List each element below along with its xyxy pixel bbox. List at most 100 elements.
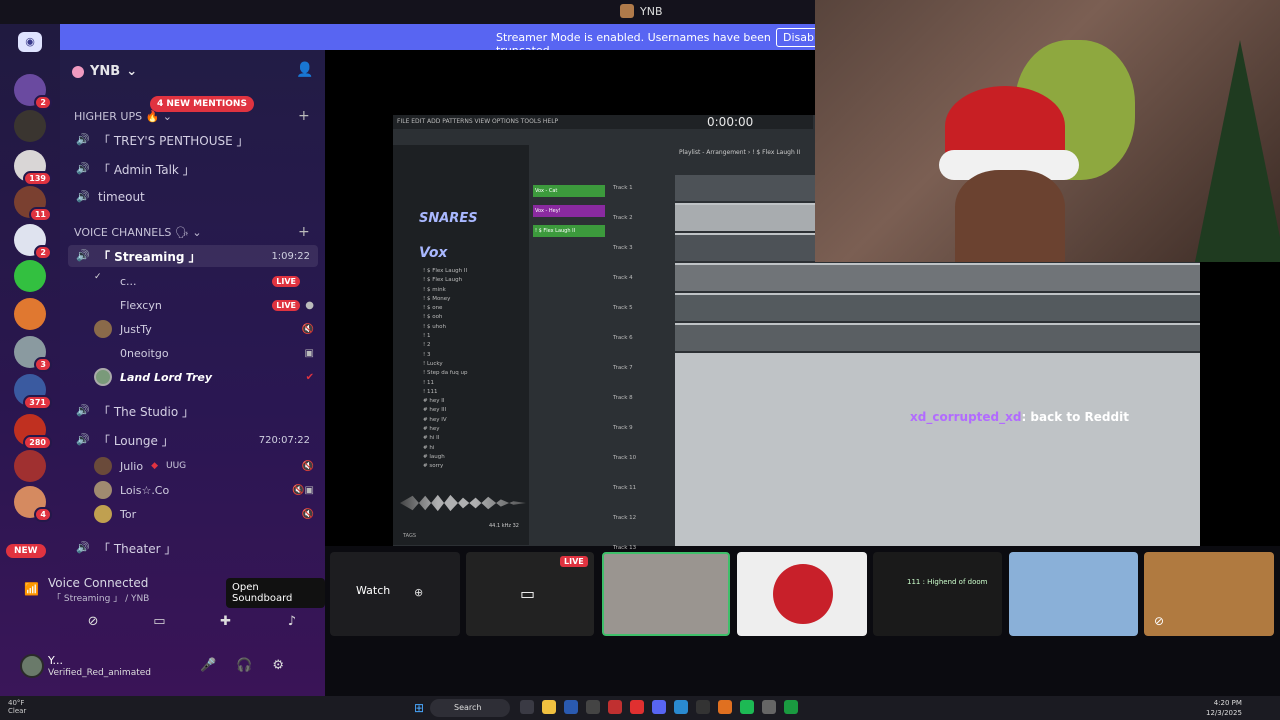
voice-user[interactable]: Lois☆.Co 🔇▣ bbox=[94, 479, 318, 501]
server-header[interactable]: YNB ⌄ bbox=[72, 64, 137, 79]
server-icon-10[interactable]: 280 bbox=[14, 414, 52, 450]
browser-file[interactable]: ! 11 bbox=[423, 379, 467, 388]
category-voice-channels[interactable]: VOICE CHANNELS 🗣 ⌄ bbox=[74, 226, 202, 239]
browser-file[interactable]: ! $ ooh bbox=[423, 313, 467, 322]
channel-trey-penthouse[interactable]: 🔊 「 TREY'S PENTHOUSE 」 bbox=[68, 129, 318, 151]
watch-stream-tile[interactable]: Watch ⊕ bbox=[330, 552, 460, 636]
gear-icon[interactable]: ⚙ bbox=[272, 658, 284, 673]
server-icon-1[interactable]: 2 bbox=[14, 74, 52, 110]
username[interactable]: Y... bbox=[48, 654, 63, 667]
microphone-icon[interactable]: 🎤 bbox=[200, 658, 216, 673]
soundboard-icon[interactable]: ♪ bbox=[284, 614, 300, 630]
server-icon-11[interactable] bbox=[14, 450, 46, 482]
new-servers-badge[interactable]: NEW bbox=[6, 544, 46, 558]
server-icon-8[interactable]: 3 bbox=[14, 336, 52, 372]
channel-the-studio[interactable]: 🔊 「 The Studio 」 bbox=[68, 400, 318, 422]
taskview-icon[interactable] bbox=[520, 700, 534, 714]
app-icon[interactable] bbox=[762, 700, 776, 714]
channel-lounge[interactable]: 🔊 「 Lounge 」 720:07:22 bbox=[68, 429, 318, 451]
browser-file[interactable]: ! $ Money bbox=[423, 295, 467, 304]
browser-file[interactable]: ! $ mink bbox=[423, 286, 467, 295]
browser-file[interactable]: ! $ Flex Laugh bbox=[423, 276, 467, 285]
app-icon[interactable] bbox=[586, 700, 600, 714]
stream-tile[interactable]: LIVE ▭ bbox=[466, 552, 594, 636]
server-icon-4[interactable]: 11 bbox=[14, 186, 52, 222]
discord-home-icon[interactable]: ◉ bbox=[18, 32, 42, 52]
avatar[interactable] bbox=[20, 654, 44, 678]
participant-tile[interactable] bbox=[1009, 552, 1138, 636]
browser-file[interactable]: ! Step da fuq up bbox=[423, 369, 467, 378]
browser-file[interactable]: ! 2 bbox=[423, 341, 467, 350]
server-icon-6[interactable] bbox=[14, 260, 46, 292]
participant-tile[interactable] bbox=[737, 552, 867, 636]
browser-file[interactable]: # laugh bbox=[423, 453, 467, 462]
browser-file[interactable]: ! $ one bbox=[423, 304, 467, 313]
taskbar-clock[interactable]: 4:20 PM 12/3/2025 bbox=[1206, 698, 1242, 718]
edge-icon[interactable] bbox=[674, 700, 688, 714]
browser-file[interactable]: ! $ Flex Laugh II bbox=[423, 267, 467, 276]
taskbar-search[interactable]: Search bbox=[430, 699, 510, 717]
browser-file[interactable]: # hey III bbox=[423, 406, 467, 415]
add-channel-icon[interactable]: + bbox=[298, 224, 310, 240]
server-icon-2[interactable] bbox=[14, 110, 46, 142]
app-icon[interactable] bbox=[608, 700, 622, 714]
channel-timeout[interactable]: 🔊 timeout bbox=[68, 186, 318, 208]
popout-icon[interactable]: ⊕ bbox=[414, 586, 423, 599]
screenshare-icon[interactable]: ▭ bbox=[151, 614, 167, 630]
participant-tile-selected[interactable] bbox=[602, 552, 730, 636]
explorer-icon[interactable] bbox=[542, 700, 556, 714]
voice-user[interactable]: Julio ◆ UUG 🔇 bbox=[94, 455, 318, 477]
weather-widget[interactable]: 40°F Clear bbox=[8, 699, 26, 715]
browser-file[interactable]: # sorry bbox=[423, 462, 467, 471]
add-channel-icon[interactable]: + bbox=[298, 108, 310, 124]
server-icon-3[interactable]: 139 bbox=[14, 150, 52, 186]
browser-file[interactable]: # hi II bbox=[423, 434, 467, 443]
activities-icon[interactable]: ✚ bbox=[218, 614, 234, 630]
track-label: Track 10 bbox=[613, 455, 637, 461]
browser-file[interactable]: ! $ uhoh bbox=[423, 323, 467, 332]
firefox-icon[interactable] bbox=[718, 700, 732, 714]
voice-user[interactable]: Flexcyn LIVE ● bbox=[94, 294, 318, 316]
voice-user[interactable]: Land Lord Trey ✔ bbox=[94, 366, 318, 388]
server-icon-9[interactable]: 371 bbox=[14, 374, 52, 410]
browser-file[interactable]: ! Lucky bbox=[423, 360, 467, 369]
voice-user[interactable]: 0neoitgo ▣ bbox=[94, 342, 318, 364]
tags-label: TAGS bbox=[403, 533, 417, 539]
spotify-icon[interactable] bbox=[740, 700, 754, 714]
channel-timer: 720:07:22 bbox=[258, 434, 310, 446]
voice-channel-link[interactable]: 「 Streaming 」 / YNB bbox=[52, 591, 149, 604]
channel-admin-talk[interactable]: 🔊 「 Admin Talk 」 bbox=[68, 158, 318, 180]
voice-user[interactable]: JustTy 🔇 bbox=[94, 318, 318, 340]
xbox-icon[interactable] bbox=[784, 700, 798, 714]
browser-file[interactable]: # hi bbox=[423, 444, 467, 453]
browser-file[interactable]: ! 3 bbox=[423, 351, 467, 360]
user-panel: Y... Verified_Red_animated 🎤 🎧 ⚙ bbox=[20, 650, 325, 686]
channel-theater[interactable]: 🔊 「 Theater 」 bbox=[68, 537, 318, 559]
chat-text: : back to Reddit bbox=[1021, 410, 1129, 424]
server-icon-7[interactable] bbox=[14, 298, 46, 330]
steam-icon[interactable] bbox=[564, 700, 578, 714]
app-icon[interactable] bbox=[696, 700, 710, 714]
browser-file[interactable]: ! 1 bbox=[423, 332, 467, 341]
headphones-icon[interactable]: 🎧 bbox=[236, 658, 252, 673]
server-icon-5[interactable]: 2 bbox=[14, 224, 52, 260]
app-icon[interactable] bbox=[630, 700, 644, 714]
browser-file[interactable]: ! 111 bbox=[423, 388, 467, 397]
participant-tile[interactable]: ⊘ bbox=[1144, 552, 1274, 636]
discord-icon[interactable] bbox=[652, 700, 666, 714]
voice-user[interactable]: Tor 🔇 bbox=[94, 503, 318, 525]
windows-start-icon[interactable]: ⊞ bbox=[414, 701, 426, 715]
voice-user[interactable]: ✓ c... LIVE bbox=[94, 270, 318, 292]
browser-file[interactable]: # hey IV bbox=[423, 416, 467, 425]
server-icon-12[interactable]: 4 bbox=[14, 486, 52, 522]
muted-icons: 🔇 bbox=[301, 508, 314, 520]
browser-file[interactable]: # hey bbox=[423, 425, 467, 434]
track-label: Track 8 bbox=[613, 395, 633, 401]
channel-streaming[interactable]: 🔊 「 Streaming 」 1:09:22 bbox=[68, 245, 318, 267]
camera-off-icon[interactable]: ⊘ bbox=[85, 614, 101, 630]
browser-file[interactable]: # hey II bbox=[423, 397, 467, 406]
watch-button[interactable]: Watch bbox=[356, 584, 390, 597]
participant-tile[interactable]: 111 : Highend of doom bbox=[873, 552, 1002, 636]
new-mentions-badge[interactable]: 4 NEW MENTIONS bbox=[150, 96, 254, 112]
add-member-icon[interactable]: 👤 bbox=[296, 62, 313, 78]
